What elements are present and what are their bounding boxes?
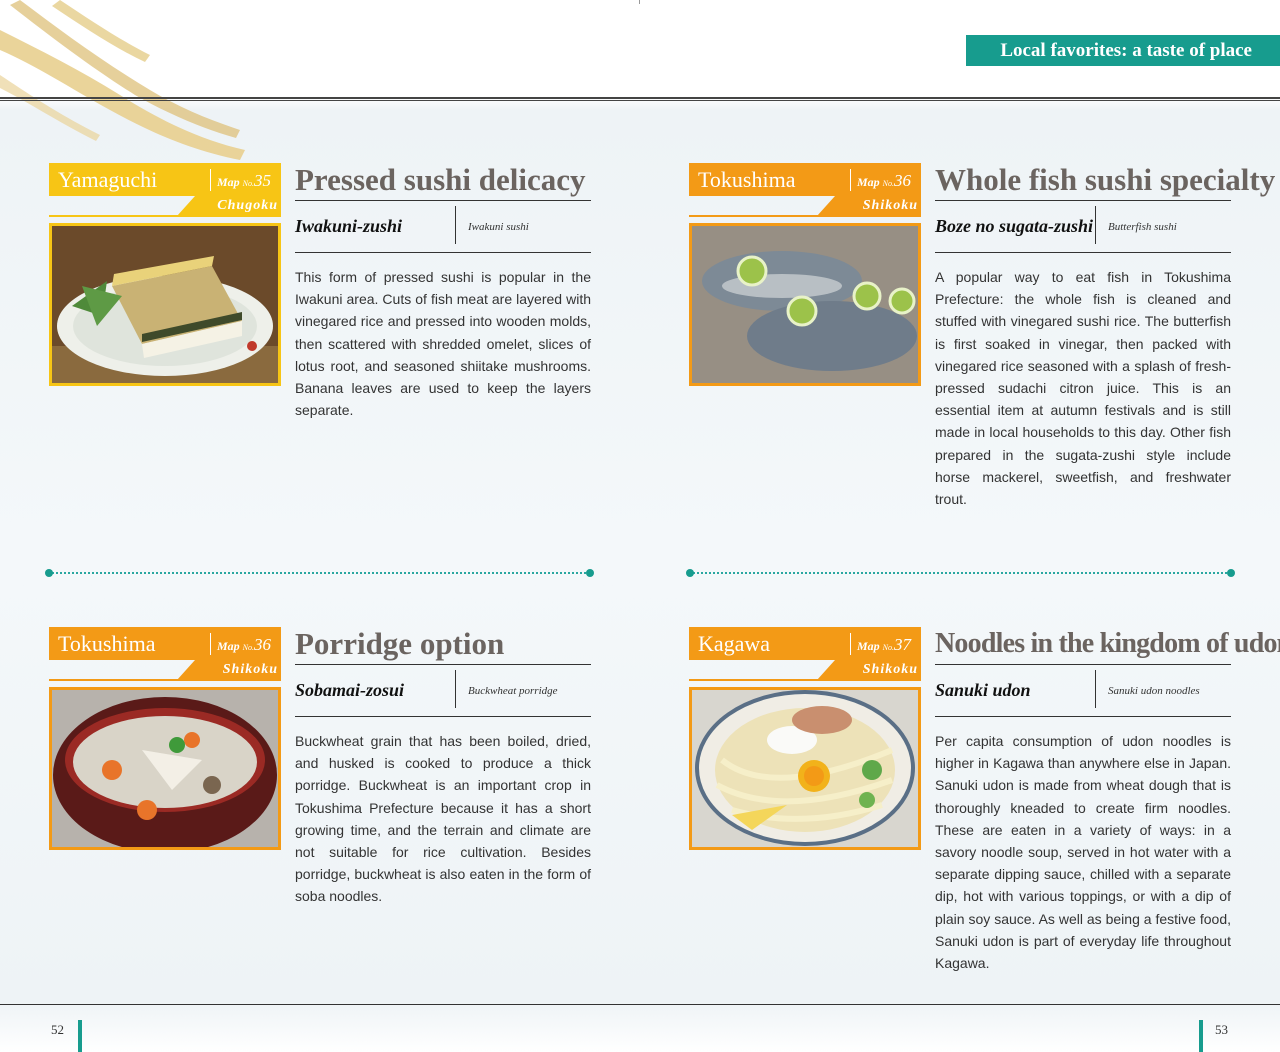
dish-card-sobamai-zosui: Tokushima Map No.36 Shikoku Porridge opt… <box>49 627 594 987</box>
dish-english-name: Iwakuni sushi <box>468 221 529 233</box>
spine-mark <box>639 0 640 4</box>
prefecture-tab: Yamaguchi Map No.35 <box>49 163 281 196</box>
prefecture-name: Yamaguchi <box>58 167 158 192</box>
region-label: Chugoku <box>177 196 281 216</box>
tab-underline <box>49 215 281 217</box>
name-rule <box>935 252 1231 253</box>
tab-underline <box>689 215 921 217</box>
prefecture-tab: Tokushima Map No.36 <box>689 163 921 196</box>
page-marker-left <box>78 1020 82 1052</box>
dish-english-name: Sanuki udon noodles <box>1108 685 1200 697</box>
buckwheat-porridge-photo <box>49 687 281 850</box>
dish-english-name: Butterfish sushi <box>1108 221 1177 233</box>
dish-name: Iwakuni-zushi <box>295 216 403 236</box>
name-rule <box>935 716 1231 717</box>
dish-english-name: Buckwheat porridge <box>468 685 558 697</box>
dish-card-iwakuni-zushi: Yamaguchi Map No.35 Chugoku Pressed sush… <box>49 163 594 523</box>
section-header-banner: Local favorites: a taste of place <box>966 35 1280 66</box>
dish-description: This form of pressed sushi is popular in… <box>295 269 591 419</box>
dish-title: Noodles in the kingdom of udon <box>935 628 1280 659</box>
dish-title: Porridge option <box>295 626 505 661</box>
prefecture-name: Tokushima <box>698 167 796 192</box>
bottom-rule <box>0 1004 1280 1005</box>
prefecture-tab: Tokushima Map No.36 <box>49 627 281 660</box>
title-rule <box>935 664 1231 665</box>
section-separator-left <box>45 569 594 577</box>
name-divider <box>455 670 456 708</box>
dish-name: Sobamai-zosui <box>295 680 405 700</box>
region-label: Shikoku <box>817 196 921 216</box>
top-double-rule <box>0 97 1280 101</box>
region-label: Shikoku <box>817 660 921 680</box>
pressed-sushi-photo <box>49 223 281 386</box>
tab-divider <box>210 169 211 191</box>
prefecture-name: Tokushima <box>58 631 156 656</box>
title-rule <box>935 200 1231 201</box>
dish-description: Per capita consumption of udon noodles i… <box>935 733 1231 972</box>
name-divider <box>1095 206 1096 244</box>
section-separator-right <box>686 569 1235 577</box>
dish-name: Sanuki udon <box>935 680 1031 700</box>
brush-stroke-decoration <box>0 0 245 160</box>
name-divider <box>455 206 456 244</box>
tab-divider <box>210 633 211 655</box>
tab-underline <box>689 679 921 681</box>
title-rule <box>295 200 591 201</box>
prefecture-name: Kagawa <box>698 631 771 656</box>
dish-card-sanuki-udon: Kagawa Map No.37 Shikoku Noodles in the … <box>689 627 1280 987</box>
dish-description: Buckwheat grain that has been boiled, dr… <box>295 733 591 905</box>
page-number-left: 52 <box>51 1022 64 1037</box>
region-label: Shikoku <box>177 660 281 680</box>
dish-description: A popular way to eat fish in Tokushima P… <box>935 269 1231 508</box>
butterfish-sushi-photo <box>689 223 921 386</box>
title-rule <box>295 664 591 665</box>
prefecture-tab: Kagawa Map No.37 <box>689 627 921 660</box>
page-marker-right <box>1199 1020 1203 1052</box>
name-divider <box>1095 670 1096 708</box>
udon-noodles-photo <box>689 687 921 850</box>
tab-divider <box>850 633 851 655</box>
tab-underline <box>49 679 281 681</box>
name-rule <box>295 252 591 253</box>
dish-card-boze-no-sugata-zushi: Tokushima Map No.36 Shikoku Whole fish s… <box>689 162 1276 523</box>
page-number-right: 53 <box>1215 1022 1228 1037</box>
tab-divider <box>850 169 851 191</box>
dish-name: Boze no sugata-zushi <box>935 216 1094 236</box>
dish-title: Pressed sushi delicacy <box>295 162 586 197</box>
section-title: Local favorites: a taste of place <box>1000 39 1252 61</box>
dish-title: Whole fish sushi specialty <box>935 162 1276 197</box>
name-rule <box>295 716 591 717</box>
